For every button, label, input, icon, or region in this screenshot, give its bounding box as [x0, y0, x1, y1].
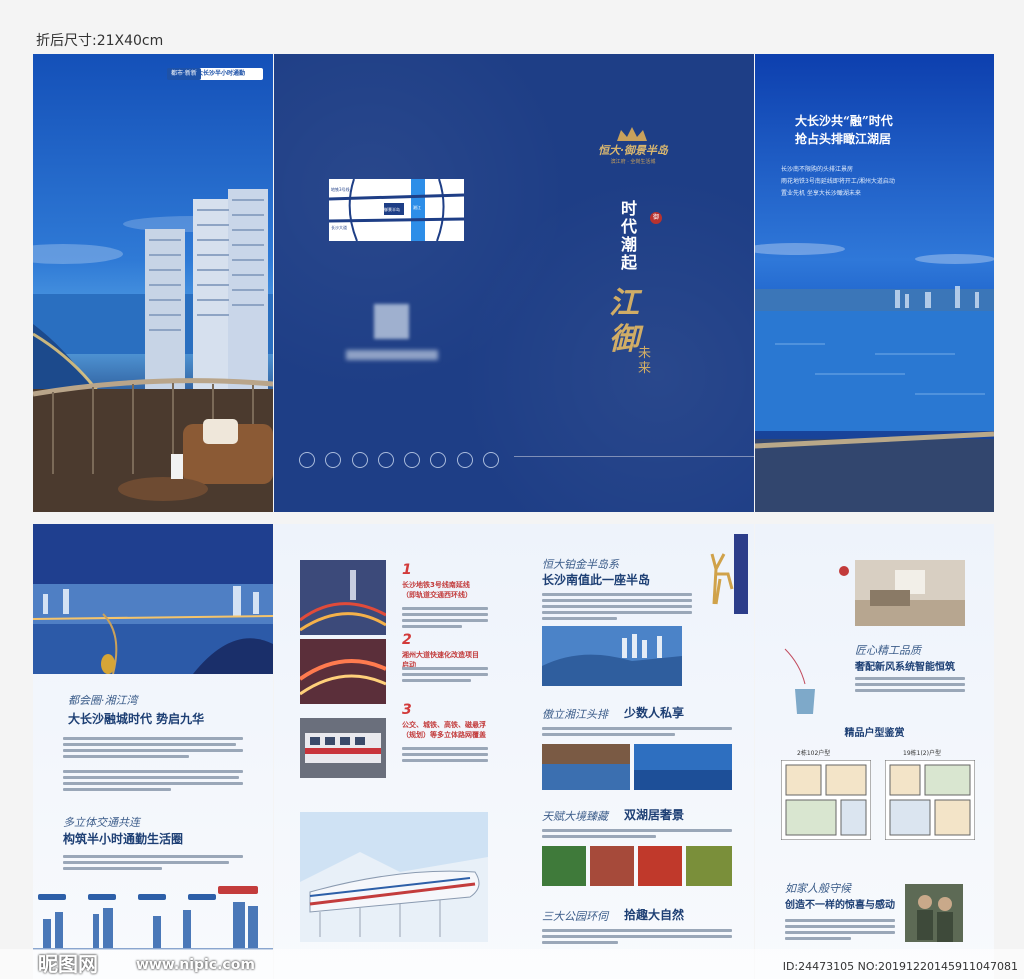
route-title-3: 公交、城铁、高铁、磁悬浮（规划）等多立体路网覆盖 [402, 721, 486, 739]
route-body-3 [402, 744, 488, 765]
inner3-sec2-title: 少数人私享 [624, 706, 685, 720]
map-label-metro: 地铁3号线 [331, 187, 350, 192]
panel-front-cover: 地铁3号线 湘江 长沙大道 御景半岛 恒大·御景半岛 滨江府 · 全岗生活城 时… [274, 54, 754, 512]
floorplan-header: 精品户型鉴赏 [844, 728, 905, 739]
project-logo-title: 恒大·御景半岛 [598, 144, 668, 157]
fold-size-caption: 折后尺寸:21X40cm [36, 33, 164, 49]
slogan-future: 未来 [638, 346, 652, 376]
inner1-calligraphy-1: 都会圈·湘江湾 [68, 694, 138, 707]
river-view-photos [542, 744, 732, 790]
location-map: 地铁3号线 湘江 长沙大道 御景半岛 [328, 178, 465, 242]
inner3-body-3 [542, 826, 732, 841]
red-seal-badge: 御 [650, 212, 662, 224]
inner1-body-1 [63, 734, 243, 794]
inner3-sec4-cal: 三大公园环伺 [542, 910, 608, 923]
inner1-title-2: 构筑半小时通勤生活圈 [63, 832, 184, 846]
route-body-2 [402, 664, 488, 685]
route-num-3: 3 [402, 702, 412, 718]
inner3-title-1: 长沙南值此一座半岛 [542, 573, 651, 587]
panel-inner-2: 1 长沙地铁3号线南延线（即轨道交通西环线） 2 湘州大道快速化改造项目启动 3… [274, 524, 514, 979]
map-label-road: 长沙大道 [331, 225, 347, 230]
peninsula-aerial-photo [542, 626, 682, 686]
highway-night-photo [300, 560, 386, 635]
inner3-sec3-cal: 天赋大境臻藏 [542, 810, 608, 823]
inner1-title-1: 大长沙融城时代 势启九华 [68, 712, 205, 726]
inner3-body-1 [542, 590, 692, 623]
partner-logos [299, 452, 499, 468]
security-guards-photo [905, 884, 963, 942]
plan-b-label: 19栋1(2)户型 [903, 750, 941, 757]
watermark-strip: 昵图网 www.nipic.com ID:24473105 NO:2019122… [0, 949, 1024, 979]
map-label-river: 湘江 [413, 205, 421, 210]
right-cover-line-1: 长沙南不限购的头排江景房 [781, 166, 854, 173]
watermark-url: www.nipic.com [136, 957, 255, 973]
route-body-1 [402, 604, 488, 631]
qr-code-blurred [374, 304, 409, 339]
high-speed-train-illustration [300, 812, 488, 942]
right-cover-line-3: 置业先机 坐享大长沙瞰湖未来 [781, 190, 861, 197]
inner3-body-2 [542, 724, 732, 739]
route-title-1: 长沙地铁3号线南延线（即轨道交通西环线） [402, 581, 472, 599]
inner4-calligraphy-1: 匠心精工品质 [855, 644, 921, 657]
living-room-photo [855, 560, 965, 626]
map-label-project: 御景半岛 [384, 207, 400, 212]
watermark-id: ID:24473105 NO:20191220145911047081 [782, 960, 1018, 973]
inner4-calligraphy-2: 如家人般守候 [785, 882, 851, 895]
plan-a-label: 2栋102户型 [797, 750, 831, 757]
skyline-illustration [33, 886, 273, 950]
tag-commute: 大长沙半小时通勤 [197, 70, 246, 77]
inner4-body-1 [855, 674, 965, 695]
bridge-cityscape-photo [33, 524, 273, 674]
inner3-sec3-title: 双湖居奢景 [624, 808, 685, 822]
balcony-scene-illustration [33, 189, 273, 512]
right-cover-line-2: 雨花地铁3号南延线即将开工/湘州大道启动 [781, 178, 895, 185]
route-num-1: 1 [402, 562, 412, 578]
inner3-body-4 [542, 926, 732, 947]
panel-inner-4: 匠心精工品质 奢配新风系统智能恒筑 精品户型鉴赏 2栋102户型 19栋1(2)… [755, 524, 994, 979]
inner1-calligraphy-2: 多立体交通共连 [63, 816, 140, 829]
watermark-brand: 昵图网 [38, 952, 98, 976]
subway-train-photo [300, 718, 386, 778]
panel-inner-3: 恒大铂金半岛系 长沙南值此一座半岛 傲立湘江头排 少数人私享 天赋大境臻藏 双湖… [514, 524, 754, 979]
panel-left-cover: 都市·新新 大长沙半小时通勤 [33, 54, 273, 512]
tag-new-city: 都市·新新 [167, 68, 201, 80]
right-cover-headline-2: 抢占头排瞰江湖居 [795, 132, 892, 146]
floorplan-a-illustration [781, 760, 871, 840]
park-photos [542, 846, 732, 886]
inner4-title-2: 创造不一样的惊喜与感动 [785, 900, 895, 911]
gold-deer-sculpture-illustration [710, 534, 748, 614]
floorplan-b-illustration [885, 760, 975, 840]
phone-blurred [346, 350, 438, 360]
red-badge-icon [839, 566, 849, 576]
inner3-calligraphy-1: 恒大铂金半岛系 [542, 558, 619, 571]
slogan-era-rising: 时代潮起 [621, 199, 638, 272]
light-trail-photo [300, 639, 386, 704]
inner3-sec4-title: 拾趣大自然 [624, 908, 685, 922]
route-num-2: 2 [402, 632, 412, 648]
inner4-body-2 [785, 916, 895, 943]
panel-inner-1: 都会圈·湘江湾 大长沙融城时代 势启九华 多立体交通共连 构筑半小时通勤生活圈 [33, 524, 273, 979]
gold-divider [514, 456, 754, 457]
right-cover-headline-1: 大长沙共“融”时代 [795, 114, 893, 128]
inner4-title-1: 奢配新风系统智能恒筑 [855, 662, 955, 673]
crown-logo-icon [617, 126, 647, 141]
project-logo-subtitle: 滨江府 · 全岗生活城 [610, 159, 656, 165]
top-tag-bar: 都市·新新 大长沙半小时通勤 [167, 68, 263, 80]
vase-plant-illustration [784, 648, 815, 714]
slogan-jiangyu: 江御 [609, 286, 639, 357]
panel-right-cover: 大长沙共“融”时代 抢占头排瞰江湖居 长沙南不限购的头排江景房 雨花地铁3号南延… [755, 54, 994, 512]
inner3-sec2-cal: 傲立湘江头排 [542, 708, 608, 721]
inner1-body-2 [63, 852, 243, 873]
